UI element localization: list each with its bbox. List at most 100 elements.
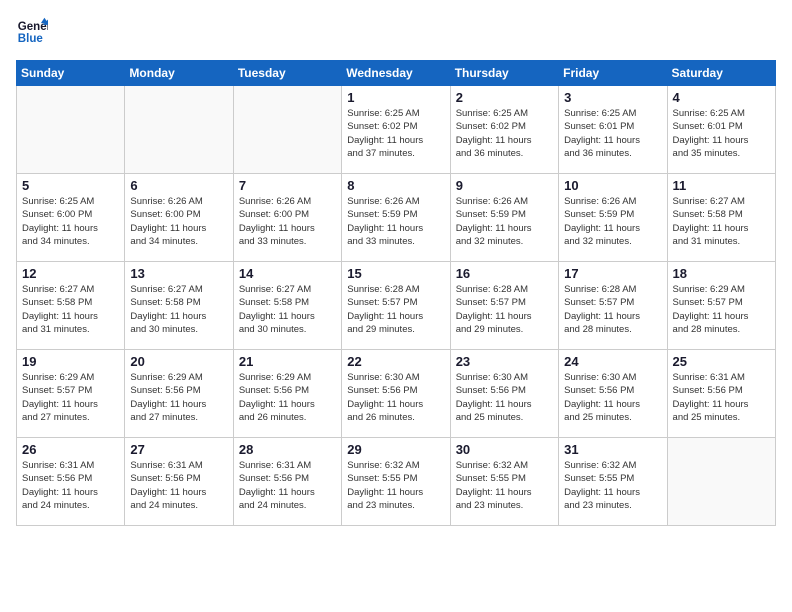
calendar-day-cell: 23Sunrise: 6:30 AM Sunset: 5:56 PM Dayli… bbox=[450, 350, 558, 438]
calendar-day-cell: 13 Sunrise: 6:27 AM Sunset: 5:58 PM Dayli… bbox=[125, 262, 233, 350]
day-number: 25 bbox=[673, 354, 770, 369]
day-info: Sunrise: 6:25 AM Sunset: 6:02 PM Dayligh… bbox=[347, 107, 444, 160]
calendar-day-cell: 27 Sunrise: 6:31 AM Sunset: 5:56 PM Dayli… bbox=[125, 438, 233, 526]
day-number: 15 bbox=[347, 266, 444, 281]
calendar-week-row: 5 Sunrise: 6:25 AM Sunset: 6:00 PM Daylig… bbox=[17, 174, 776, 262]
day-number: 4 bbox=[673, 90, 770, 105]
day-info: Sunrise: 6:31 AM Sunset: 5:56 PM Dayligh… bbox=[239, 459, 336, 512]
day-info: Sunrise: 6:29 AM Sunset: 5:57 PM Dayligh… bbox=[22, 371, 119, 424]
calendar-day-cell: 12 Sunrise: 6:27 AM Sunset: 5:58 PM Dayli… bbox=[17, 262, 125, 350]
day-info: Sunrise: 6:30 AM Sunset: 5:56 PM Dayligh… bbox=[456, 371, 553, 424]
day-number: 16 bbox=[456, 266, 553, 281]
calendar-day-cell: 18 Sunrise: 6:29 AM Sunset: 5:57 PM Dayli… bbox=[667, 262, 775, 350]
day-info: Sunrise: 6:29 AM Sunset: 5:57 PM Dayligh… bbox=[673, 283, 770, 336]
weekday-header-tuesday: Tuesday bbox=[233, 61, 341, 86]
day-info: Sunrise: 6:26 AM Sunset: 5:59 PM Dayligh… bbox=[564, 195, 661, 248]
calendar-empty-cell bbox=[667, 438, 775, 526]
calendar-week-row: 26 Sunrise: 6:31 AM Sunset: 5:56 PM Dayli… bbox=[17, 438, 776, 526]
day-number: 12 bbox=[22, 266, 119, 281]
calendar-table: SundayMondayTuesdayWednesdayThursdayFrid… bbox=[16, 60, 776, 526]
day-number: 5 bbox=[22, 178, 119, 193]
calendar-day-cell: 26Sunrise: 6:31 AM Sunset: 5:56 PM Dayli… bbox=[17, 438, 125, 526]
calendar-day-cell: 2Sunrise: 6:25 AM Sunset: 6:02 PM Daylig… bbox=[450, 86, 558, 174]
calendar-empty-cell bbox=[233, 86, 341, 174]
day-number: 6 bbox=[130, 178, 227, 193]
day-info: Sunrise: 6:27 AM Sunset: 5:58 PM Dayligh… bbox=[22, 283, 119, 336]
calendar-day-cell: 19 Sunrise: 6:29 AM Sunset: 5:57 PM Dayli… bbox=[17, 350, 125, 438]
calendar-week-row: 19 Sunrise: 6:29 AM Sunset: 5:57 PM Dayli… bbox=[17, 350, 776, 438]
calendar-day-cell: 28 Sunrise: 6:31 AM Sunset: 5:56 PM Dayli… bbox=[233, 438, 341, 526]
day-number: 30 bbox=[456, 442, 553, 457]
logo: General Blue bbox=[16, 16, 48, 48]
day-info: Sunrise: 6:29 AM Sunset: 5:56 PM Dayligh… bbox=[239, 371, 336, 424]
day-number: 19 bbox=[22, 354, 119, 369]
day-number: 26 bbox=[22, 442, 119, 457]
calendar-day-cell: 1 Sunrise: 6:25 AM Sunset: 6:02 PM Daylig… bbox=[342, 86, 450, 174]
calendar-day-cell: 14 Sunrise: 6:27 AM Sunset: 5:58 PM Dayli… bbox=[233, 262, 341, 350]
day-info: Sunrise: 6:27 AM Sunset: 5:58 PM Dayligh… bbox=[239, 283, 336, 336]
day-number: 17 bbox=[564, 266, 661, 281]
day-number: 24 bbox=[564, 354, 661, 369]
page-header: General Blue bbox=[16, 16, 776, 48]
day-info: Sunrise: 6:26 AM Sunset: 6:00 PM Dayligh… bbox=[239, 195, 336, 248]
calendar-day-cell: 21Sunrise: 6:29 AM Sunset: 5:56 PM Dayli… bbox=[233, 350, 341, 438]
day-number: 10 bbox=[564, 178, 661, 193]
calendar-day-cell: 5 Sunrise: 6:25 AM Sunset: 6:00 PM Daylig… bbox=[17, 174, 125, 262]
day-number: 8 bbox=[347, 178, 444, 193]
day-number: 3 bbox=[564, 90, 661, 105]
calendar-day-cell: 6 Sunrise: 6:26 AM Sunset: 6:00 PM Daylig… bbox=[125, 174, 233, 262]
day-info: Sunrise: 6:26 AM Sunset: 6:00 PM Dayligh… bbox=[130, 195, 227, 248]
calendar-day-cell: 24 Sunrise: 6:30 AM Sunset: 5:56 PM Dayli… bbox=[559, 350, 667, 438]
day-info: Sunrise: 6:25 AM Sunset: 6:00 PM Dayligh… bbox=[22, 195, 119, 248]
day-number: 28 bbox=[239, 442, 336, 457]
calendar-day-cell: 8 Sunrise: 6:26 AM Sunset: 5:59 PM Daylig… bbox=[342, 174, 450, 262]
day-number: 13 bbox=[130, 266, 227, 281]
day-number: 22 bbox=[347, 354, 444, 369]
day-info: Sunrise: 6:27 AM Sunset: 5:58 PM Dayligh… bbox=[130, 283, 227, 336]
day-info: Sunrise: 6:30 AM Sunset: 5:56 PM Dayligh… bbox=[564, 371, 661, 424]
day-info: Sunrise: 6:29 AM Sunset: 5:56 PM Dayligh… bbox=[130, 371, 227, 424]
day-info: Sunrise: 6:25 AM Sunset: 6:01 PM Dayligh… bbox=[564, 107, 661, 160]
calendar-day-cell: 25 Sunrise: 6:31 AM Sunset: 5:56 PM Dayli… bbox=[667, 350, 775, 438]
calendar-day-cell: 4Sunrise: 6:25 AM Sunset: 6:01 PM Daylig… bbox=[667, 86, 775, 174]
day-info: Sunrise: 6:32 AM Sunset: 5:55 PM Dayligh… bbox=[564, 459, 661, 512]
calendar-day-cell: 11Sunrise: 6:27 AM Sunset: 5:58 PM Dayli… bbox=[667, 174, 775, 262]
day-info: Sunrise: 6:32 AM Sunset: 5:55 PM Dayligh… bbox=[456, 459, 553, 512]
day-number: 29 bbox=[347, 442, 444, 457]
day-info: Sunrise: 6:26 AM Sunset: 5:59 PM Dayligh… bbox=[347, 195, 444, 248]
calendar-day-cell: 30 Sunrise: 6:32 AM Sunset: 5:55 PM Dayli… bbox=[450, 438, 558, 526]
day-number: 20 bbox=[130, 354, 227, 369]
day-info: Sunrise: 6:31 AM Sunset: 5:56 PM Dayligh… bbox=[673, 371, 770, 424]
day-info: Sunrise: 6:28 AM Sunset: 5:57 PM Dayligh… bbox=[564, 283, 661, 336]
day-number: 27 bbox=[130, 442, 227, 457]
day-info: Sunrise: 6:27 AM Sunset: 5:58 PM Dayligh… bbox=[673, 195, 770, 248]
calendar-day-cell: 7 Sunrise: 6:26 AM Sunset: 6:00 PM Daylig… bbox=[233, 174, 341, 262]
calendar-day-cell: 22 Sunrise: 6:30 AM Sunset: 5:56 PM Dayli… bbox=[342, 350, 450, 438]
day-info: Sunrise: 6:28 AM Sunset: 5:57 PM Dayligh… bbox=[456, 283, 553, 336]
weekday-header-thursday: Thursday bbox=[450, 61, 558, 86]
weekday-header-sunday: Sunday bbox=[17, 61, 125, 86]
day-number: 7 bbox=[239, 178, 336, 193]
day-number: 31 bbox=[564, 442, 661, 457]
day-info: Sunrise: 6:30 AM Sunset: 5:56 PM Dayligh… bbox=[347, 371, 444, 424]
day-info: Sunrise: 6:32 AM Sunset: 5:55 PM Dayligh… bbox=[347, 459, 444, 512]
weekday-header-saturday: Saturday bbox=[667, 61, 775, 86]
calendar-day-cell: 29 Sunrise: 6:32 AM Sunset: 5:55 PM Dayli… bbox=[342, 438, 450, 526]
calendar-week-row: 12 Sunrise: 6:27 AM Sunset: 5:58 PM Dayli… bbox=[17, 262, 776, 350]
day-number: 18 bbox=[673, 266, 770, 281]
weekday-header-friday: Friday bbox=[559, 61, 667, 86]
calendar-day-cell: 20 Sunrise: 6:29 AM Sunset: 5:56 PM Dayli… bbox=[125, 350, 233, 438]
logo-icon: General Blue bbox=[16, 16, 48, 48]
calendar-day-cell: 10 Sunrise: 6:26 AM Sunset: 5:59 PM Dayli… bbox=[559, 174, 667, 262]
calendar-day-cell: 31 Sunrise: 6:32 AM Sunset: 5:55 PM Dayli… bbox=[559, 438, 667, 526]
day-number: 14 bbox=[239, 266, 336, 281]
day-info: Sunrise: 6:31 AM Sunset: 5:56 PM Dayligh… bbox=[130, 459, 227, 512]
calendar-day-cell: 17 Sunrise: 6:28 AM Sunset: 5:57 PM Dayli… bbox=[559, 262, 667, 350]
day-info: Sunrise: 6:25 AM Sunset: 6:02 PM Dayligh… bbox=[456, 107, 553, 160]
weekday-header-row: SundayMondayTuesdayWednesdayThursdayFrid… bbox=[17, 61, 776, 86]
weekday-header-monday: Monday bbox=[125, 61, 233, 86]
calendar-week-row: 1 Sunrise: 6:25 AM Sunset: 6:02 PM Daylig… bbox=[17, 86, 776, 174]
calendar-day-cell: 15Sunrise: 6:28 AM Sunset: 5:57 PM Dayli… bbox=[342, 262, 450, 350]
calendar-empty-cell bbox=[17, 86, 125, 174]
day-number: 1 bbox=[347, 90, 444, 105]
